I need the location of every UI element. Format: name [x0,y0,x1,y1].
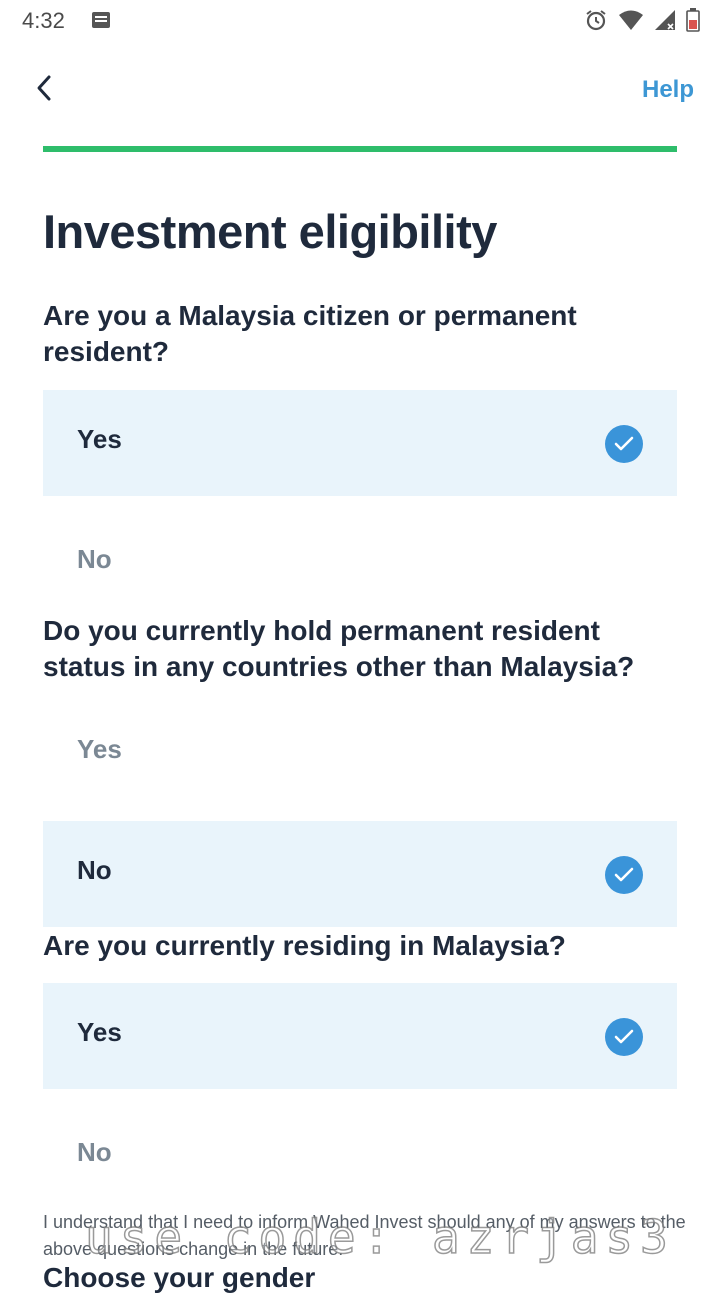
battery-icon [686,8,700,32]
chevron-left-icon [37,75,51,101]
back-button[interactable] [30,72,62,104]
option-citizenship-no[interactable]: No [43,510,677,616]
wifi-icon [618,9,644,31]
option-residing-yes[interactable]: Yes [43,983,677,1089]
option-foreign-residency-yes[interactable]: Yes [43,700,677,806]
option-label: Yes [77,1017,122,1047]
check-icon [605,856,643,894]
check-icon [605,425,643,463]
progress-bar-fill [43,146,677,152]
alarm-icon [584,8,608,32]
notification-icon [91,11,111,29]
option-label: No [77,544,112,574]
status-time: 4:32 [22,8,65,33]
option-label: No [77,1137,112,1167]
page-title: Investment eligibility [43,205,497,258]
option-residing-no[interactable]: No [43,1103,677,1209]
disclaimer-text: I understand that I need to inform Wahed… [43,1212,686,1259]
option-citizenship-yes[interactable]: Yes [43,390,677,496]
check-icon [605,1018,643,1056]
progress-bar [43,146,677,152]
option-label: Yes [77,734,122,764]
cellular-signal-icon [654,9,676,31]
question-residing: Are you currently residing in Malaysia? [43,930,566,961]
status-bar: 4:32 [0,0,720,44]
status-icons [584,8,700,32]
option-label: Yes [77,424,122,454]
question-foreign-residency: Do you currently hold permanent resident… [43,615,635,682]
option-label: No [77,855,112,885]
help-link[interactable]: Help [642,76,694,104]
option-foreign-residency-no[interactable]: No [43,821,677,927]
section-title-gender: Choose your gender [43,1262,316,1293]
question-citizenship: Are you a Malaysia citizen or permanent … [43,300,577,367]
